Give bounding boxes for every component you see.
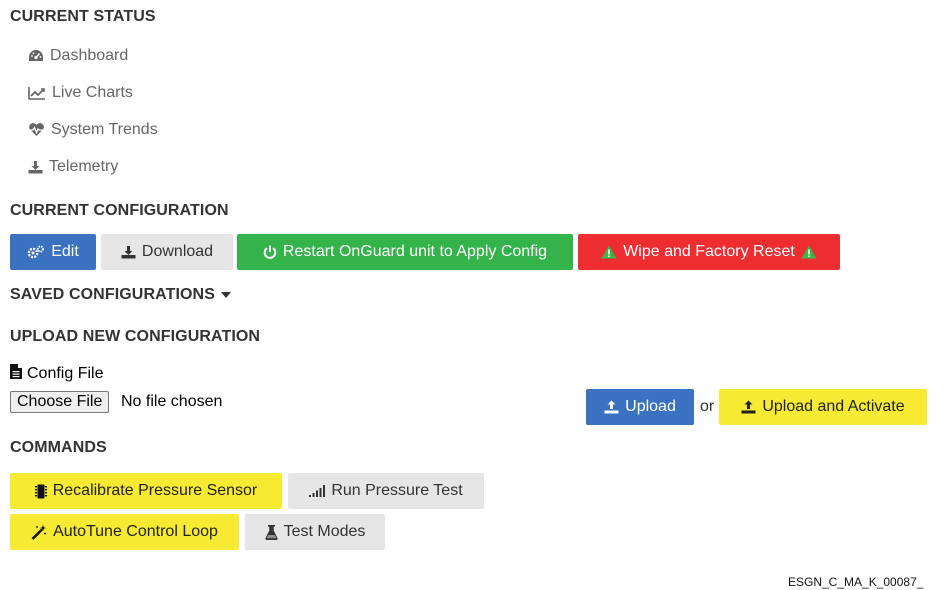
upload-icon <box>604 400 619 414</box>
download-icon <box>121 245 136 259</box>
nav-item-dashboard[interactable]: Dashboard <box>28 47 128 65</box>
test-modes-button[interactable]: Test Modes <box>245 514 385 550</box>
autotune-control-loop-button[interactable]: AutoTune Control Loop <box>10 514 239 550</box>
nav-item-label: Telemetry <box>49 158 119 175</box>
current-status-heading: CURRENT STATUS <box>10 8 156 25</box>
nav-item-label: Dashboard <box>50 47 129 64</box>
upload-button[interactable]: Upload <box>586 389 694 425</box>
signal-icon <box>309 485 326 497</box>
factory-reset-button[interactable]: Wipe and Factory Reset <box>578 234 840 270</box>
nav-item-telemetry[interactable]: Telemetry <box>28 158 118 176</box>
restart-apply-config-button[interactable]: Restart OnGuard unit to Apply Config <box>237 234 573 270</box>
commands-heading: COMMANDS <box>10 439 107 456</box>
current-configuration-heading: CURRENT CONFIGURATION <box>10 202 229 219</box>
download-config-button[interactable]: Download <box>101 234 233 270</box>
cogs-icon <box>27 245 45 259</box>
figure-code-label: ESGN_C_MA_K_00087_ <box>788 575 924 589</box>
saved-configurations-toggle[interactable]: SAVED CONFIGURATIONS <box>10 286 231 304</box>
microchip-icon <box>34 484 47 499</box>
magic-wand-icon <box>31 524 47 540</box>
edit-config-button[interactable]: Edit <box>10 234 96 270</box>
nav-item-system-trends[interactable]: System Trends <box>28 121 158 139</box>
tachometer-icon <box>28 49 44 63</box>
or-separator: or <box>700 398 715 415</box>
caret-down-icon <box>220 291 231 298</box>
file-icon <box>10 364 22 384</box>
flask-icon <box>264 524 278 540</box>
warning-icon <box>801 245 817 259</box>
recalibrate-pressure-sensor-button[interactable]: Recalibrate Pressure Sensor <box>10 473 282 509</box>
heartbeat-icon <box>28 123 45 137</box>
upload-configuration-heading: UPLOAD NEW CONFIGURATION <box>10 328 261 345</box>
upload-and-activate-button[interactable]: Upload and Activate <box>719 389 927 425</box>
nav-item-label: Live Charts <box>52 84 133 101</box>
choose-file-button[interactable]: Choose File <box>10 391 110 413</box>
config-file-label: Config File <box>10 364 103 384</box>
warning-icon <box>601 245 617 259</box>
nav-item-label: System Trends <box>51 121 158 138</box>
nav-item-live-charts[interactable]: Live Charts <box>28 84 133 102</box>
file-status-text: No file chosen <box>121 393 223 410</box>
line-chart-icon <box>28 86 46 100</box>
download-icon <box>28 160 43 174</box>
power-icon <box>263 245 277 259</box>
run-pressure-test-button[interactable]: Run Pressure Test <box>288 473 484 509</box>
upload-icon <box>741 400 756 414</box>
